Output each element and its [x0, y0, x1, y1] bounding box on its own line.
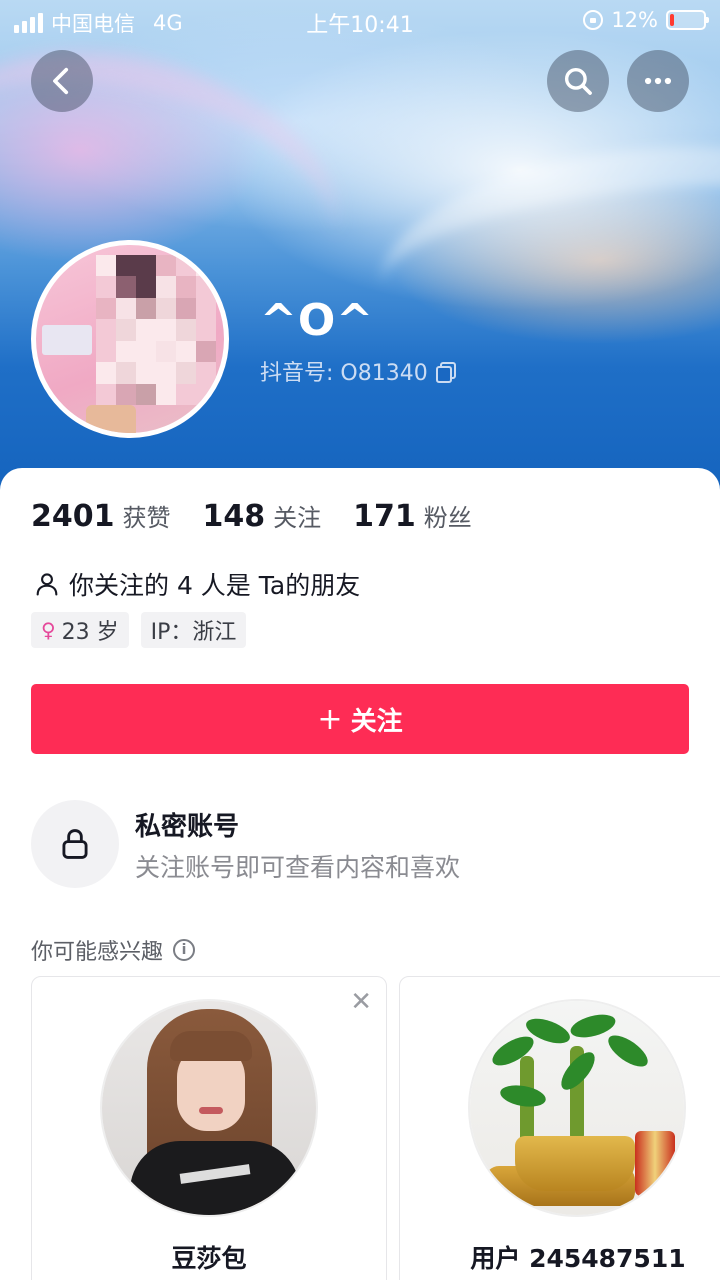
stat-value: 171 — [353, 499, 416, 534]
douyin-id[interactable]: 抖音号: O81340 — [260, 355, 456, 387]
age-tag: ♀ 23 岁 — [31, 612, 129, 648]
status-right: 12% — [583, 8, 709, 32]
stats-row: 2401 获赞 148 关注 171 粉丝 — [31, 498, 472, 534]
profile-avatar[interactable] — [31, 240, 229, 438]
recommendation-avatar[interactable] — [468, 999, 686, 1217]
douyin-id-text: 抖音号: O81340 — [260, 361, 428, 386]
private-title: 私密账号 — [135, 812, 240, 842]
female-icon: ♀ — [41, 618, 56, 642]
mutual-friends[interactable]: 你关注的 4 人是 Ta的朋友 — [33, 566, 360, 602]
recommendation-card[interactable]: ✕ 豆莎包 — [31, 976, 387, 1280]
follow-button[interactable]: + 关注 — [31, 684, 689, 754]
copy-icon[interactable] — [435, 362, 456, 383]
profile-card: 2401 获赞 148 关注 171 粉丝 你关注的 4 人是 Ta的朋友 ♀ … — [0, 468, 720, 1280]
plus-icon: + — [317, 701, 343, 737]
profile-username: ^O^ — [260, 295, 375, 346]
stat-label: 关注 — [273, 504, 322, 532]
lock-icon — [62, 829, 88, 859]
stat-likes[interactable]: 2401 获赞 — [31, 498, 171, 534]
avatar-chair — [86, 405, 136, 433]
back-button[interactable] — [31, 50, 93, 112]
more-button[interactable] — [627, 50, 689, 112]
battery-icon — [666, 10, 709, 30]
orientation-lock-icon — [583, 10, 604, 30]
close-icon[interactable]: ✕ — [350, 989, 372, 1015]
ip-text: IP：浙江 — [150, 620, 237, 645]
private-account-notice: 私密账号 关注账号即可查看内容和喜欢 — [31, 800, 691, 890]
more-dots-icon — [644, 77, 672, 85]
stat-following[interactable]: 148 关注 — [203, 498, 322, 534]
person-icon — [33, 570, 61, 598]
stat-label: 粉丝 — [423, 504, 472, 532]
recommendation-name[interactable]: 豆莎包 — [32, 1239, 386, 1275]
info-icon[interactable]: i — [173, 939, 196, 961]
mutual-friends-text: 你关注的 4 人是 Ta的朋友 — [69, 571, 361, 600]
recommendations-title: 你可能感兴趣 — [31, 940, 164, 965]
stat-value: 2401 — [31, 499, 115, 534]
avatar-mosaic — [96, 255, 216, 405]
ip-tag: IP：浙江 — [140, 612, 247, 648]
stat-value: 148 — [202, 499, 266, 534]
chevron-left-icon — [53, 67, 69, 95]
lock-badge — [31, 800, 119, 888]
status-bar: 中国电信 4G 上午10:41 12% — [0, 0, 720, 40]
search-icon — [564, 67, 592, 95]
age-text: 23 岁 — [61, 620, 119, 645]
battery-percent: 12% — [611, 8, 658, 32]
recommendation-name[interactable]: 用户 245487511 — [400, 1239, 720, 1275]
portrait-image — [102, 1001, 316, 1215]
search-button[interactable] — [547, 50, 609, 112]
private-description: 关注账号即可查看内容和喜欢 — [135, 853, 461, 882]
profile-banner: 中国电信 4G 上午10:41 12% ^O^ 抖音号: O81340 — [0, 0, 720, 490]
stat-followers[interactable]: 171 粉丝 — [353, 498, 472, 534]
recommendation-card[interactable]: 用户 245487511 — [399, 976, 720, 1280]
stat-label: 获赞 — [122, 504, 171, 532]
recommendations-header: 你可能感兴趣 i — [31, 934, 196, 966]
plant-image — [470, 1001, 684, 1215]
avatar-shelf — [42, 325, 92, 355]
recommendation-avatar[interactable] — [100, 999, 318, 1217]
follow-label: 关注 — [350, 706, 403, 737]
profile-tags: ♀ 23 岁 IP：浙江 — [31, 612, 247, 648]
